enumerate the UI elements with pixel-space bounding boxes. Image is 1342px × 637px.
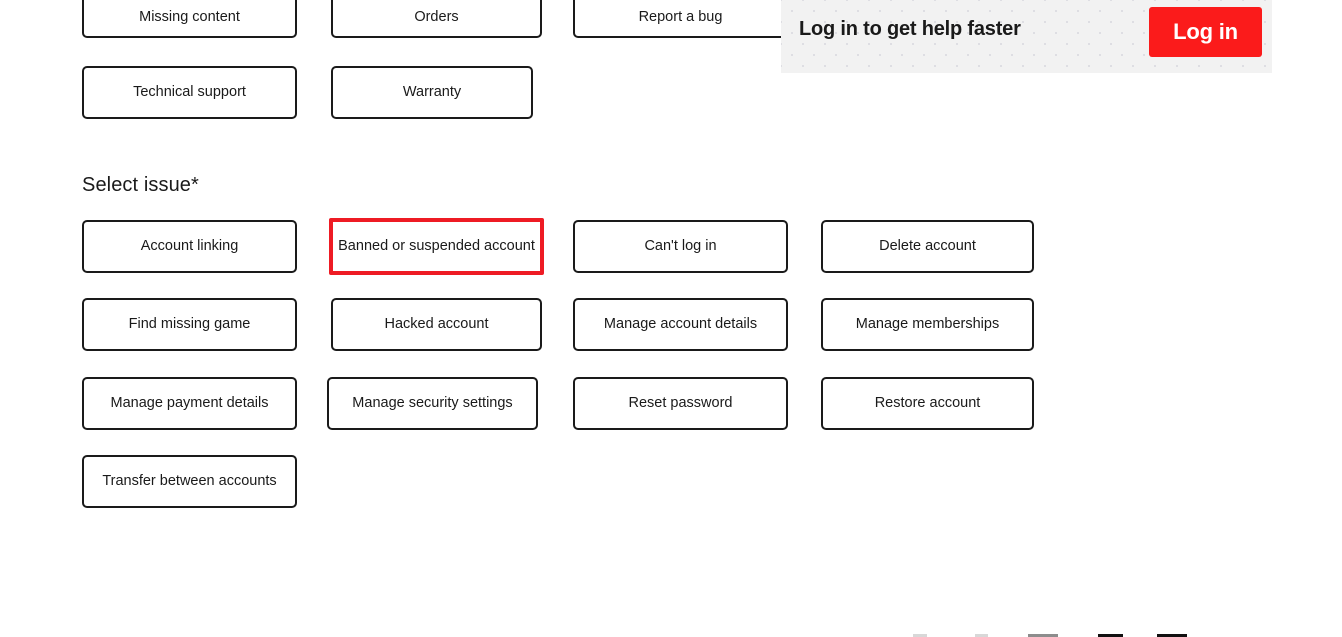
support-form-page: Missing content Orders Report a bug Tech…	[0, 0, 1342, 637]
issue-button-find-missing-game[interactable]: Find missing game	[82, 298, 297, 351]
issue-button-manage-memberships[interactable]: Manage memberships	[821, 298, 1034, 351]
issue-button-cant-log-in[interactable]: Can't log in	[573, 220, 788, 273]
issue-button-manage-payment-details[interactable]: Manage payment details	[82, 377, 297, 430]
issue-button-reset-password[interactable]: Reset password	[573, 377, 788, 430]
select-issue-heading: Select issue*	[82, 174, 199, 196]
issue-button-banned-or-suspended-account[interactable]: Banned or suspended account	[329, 218, 544, 275]
category-button-missing-content[interactable]: Missing content	[82, 0, 297, 38]
issue-button-transfer-between-accounts[interactable]: Transfer between accounts	[82, 455, 297, 508]
login-prompt-banner: Log in to get help faster Log in	[781, 0, 1272, 73]
log-in-button[interactable]: Log in	[1149, 7, 1262, 57]
issue-button-hacked-account[interactable]: Hacked account	[331, 298, 542, 351]
login-prompt-message: Log in to get help faster	[799, 18, 1021, 40]
issue-button-delete-account[interactable]: Delete account	[821, 220, 1034, 273]
issue-button-account-linking[interactable]: Account linking	[82, 220, 297, 273]
category-button-report-a-bug[interactable]: Report a bug	[573, 0, 788, 38]
issue-button-manage-account-details[interactable]: Manage account details	[573, 298, 788, 351]
issue-button-manage-security-settings[interactable]: Manage security settings	[327, 377, 538, 430]
category-button-technical-support[interactable]: Technical support	[82, 66, 297, 119]
issue-button-restore-account[interactable]: Restore account	[821, 377, 1034, 430]
category-button-orders[interactable]: Orders	[331, 0, 542, 38]
category-button-warranty[interactable]: Warranty	[331, 66, 533, 119]
